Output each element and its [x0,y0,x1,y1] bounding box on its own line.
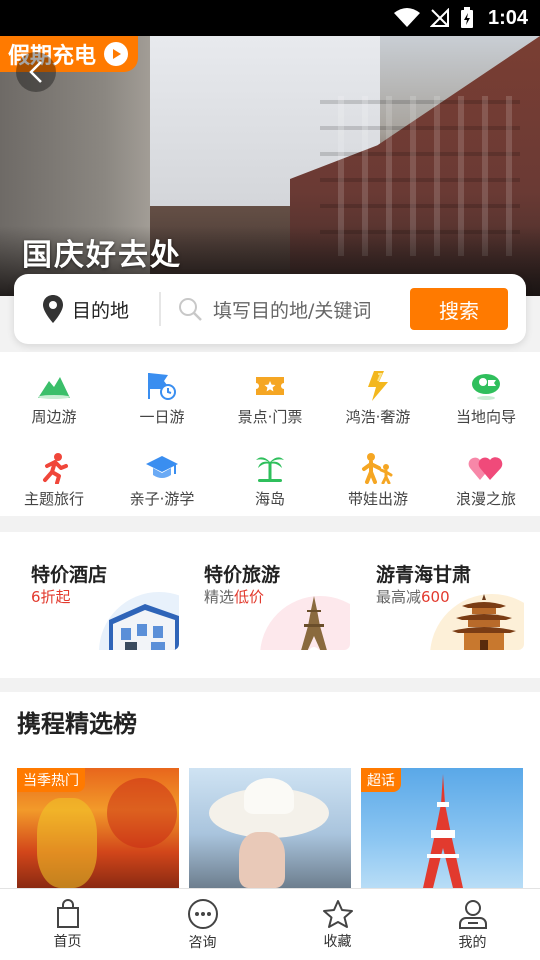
search-input[interactable]: 填写目的地/关键词 [177,296,410,323]
star-icon [322,899,353,928]
shopping-bag-icon [56,898,79,928]
battery-charging-icon [460,7,473,28]
hotel-building-icon [109,604,179,650]
chevron-left-icon [29,61,42,83]
location-pin-icon [43,295,63,323]
category-label: 亲子·游学 [129,490,195,508]
hero-banner[interactable]: 假期充电 国庆好去处 [0,36,540,296]
ranking-section: 携程精选榜 当季热门 超话 [0,692,540,888]
section-title: 携程精选榜 [17,710,137,738]
guide-flag-icon [468,370,504,402]
nav-consult[interactable]: 咨询 [135,889,270,960]
category-label: 一日游 [139,408,185,426]
deal-title: 特价旅游 [204,564,281,586]
deal-subtitle-prefix: 最高减 [376,588,422,606]
category-label: 鸿浩·奢游 [345,408,411,426]
deal-title: 游青海甘肃 [376,564,472,586]
deal-subtitle-highlight: 600 [421,588,450,606]
parent-child-icon [360,452,396,484]
bottom-nav: 首页 咨询 收藏 我的 [0,888,540,960]
category-island[interactable]: 海岛 [216,434,324,516]
deal-card-tour[interactable]: 特价旅游 精选低价 [190,546,350,650]
search-card: 目的地 填写目的地/关键词 搜索 [14,274,526,344]
deal-subtitle-prefix: 精选 [204,588,235,606]
lightning-icon [360,370,396,402]
category-label: 浪漫之旅 [455,490,516,508]
deal-title: 特价酒店 [31,564,108,586]
rank-card-autumn[interactable]: 当季热门 [17,768,179,888]
category-luxury[interactable]: 鸿浩·奢游 [324,352,432,434]
status-bar: 1:04 [0,0,540,36]
category-theme-travel[interactable]: 主题旅行 [0,434,108,516]
category-label: 当地向导 [455,408,516,426]
nav-label: 咨询 [188,934,217,951]
category-label: 周边游 [31,408,77,426]
nav-label: 收藏 [323,933,352,950]
deal-subtitle: 6折起 [31,588,71,606]
eiffel-tower-icon [301,596,327,650]
nav-home[interactable]: 首页 [0,889,135,960]
category-grid: 周边游 一日游 景点·门票 鸿浩·奢游 当地向导 主题旅行 亲子·游学 海岛 带… [0,352,540,516]
nav-profile[interactable]: 我的 [405,889,540,960]
category-label: 海岛 [254,490,285,508]
rank-tag: 超话 [361,768,401,792]
category-kids-trip[interactable]: 带娃出游 [324,434,432,516]
search-placeholder: 填写目的地/关键词 [213,299,372,322]
nav-label: 我的 [458,934,487,951]
deal-card-qinghai-gansu[interactable]: 游青海甘肃 最高减600 [362,546,524,650]
search-button[interactable]: 搜索 [410,288,508,330]
category-local-guide[interactable]: 当地向导 [432,352,540,434]
runner-icon [36,452,72,484]
nav-favorites[interactable]: 收藏 [270,889,405,960]
category-tickets[interactable]: 景点·门票 [216,352,324,434]
rank-card-tokyo-tower[interactable]: 超话 [361,768,523,888]
foliage-decor [37,798,97,888]
back-button[interactable] [16,52,56,92]
category-label: 主题旅行 [23,490,84,508]
category-label: 带娃出游 [347,490,408,508]
signal-off-icon [429,8,449,27]
pagoda-icon [452,594,516,650]
ticket-icon [252,370,288,402]
flag-clock-icon [144,370,180,402]
search-divider [159,292,162,326]
category-family-study[interactable]: 亲子·游学 [108,434,216,516]
deals-section: 特价酒店 6折起 特价旅游 精选低价 游青海甘肃 最高减600 [0,532,540,678]
nav-label: 首页 [53,933,82,950]
play-icon [104,42,129,66]
mountain-icon [36,370,72,402]
wifi-icon [393,8,420,27]
deal-subtitle: 最高减600 [376,586,450,607]
deal-card-hotel[interactable]: 特价酒店 6折起 [17,546,179,650]
deal-subtitle: 精选低价 [204,586,264,607]
palm-tree-icon [252,452,288,484]
destination-label: 目的地 [72,299,130,322]
rank-card-sunhat[interactable] [189,768,351,888]
destination-picker[interactable]: 目的地 [42,294,129,324]
tokyo-tower-icon [423,774,463,888]
clock: 1:04 [487,6,528,29]
face-decor [239,832,285,888]
category-nearby[interactable]: 周边游 [0,352,108,434]
user-icon [458,899,487,929]
foliage-decor [107,778,177,848]
hero-caption: 国庆好去处 [22,238,182,273]
category-day-trip[interactable]: 一日游 [108,352,216,434]
graduation-cap-icon [144,452,180,484]
category-label: 景点·门票 [237,408,303,426]
chat-bubble-icon [187,898,218,929]
deal-subtitle-highlight: 低价 [234,588,265,606]
category-romantic[interactable]: 浪漫之旅 [432,434,540,516]
hat-decor [244,778,294,814]
rank-tag: 当季热门 [17,768,85,792]
hearts-icon [468,452,504,484]
search-icon [179,298,202,321]
